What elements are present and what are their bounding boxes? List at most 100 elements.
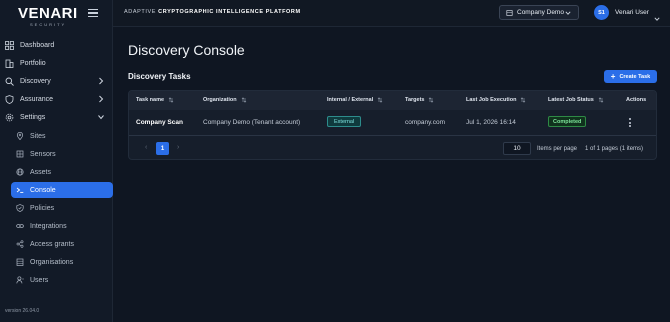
next-page-chevron-icon[interactable]: › (177, 144, 179, 151)
sidebar-subitem-label: Policies (30, 204, 55, 212)
row-actions-kebab-icon[interactable] (629, 118, 632, 127)
section-title: Discovery Tasks (128, 72, 191, 81)
tenant-name: Company Demo (517, 9, 564, 16)
column-label: Actions (626, 97, 647, 103)
sidebar-item-label: Dashboard (20, 41, 55, 49)
policy-shield-icon (16, 204, 24, 212)
cell-task-name[interactable]: Company Scan (136, 119, 183, 126)
sort-icon (428, 97, 434, 103)
dashboard-icon (5, 40, 14, 50)
globe-icon (16, 168, 24, 176)
page-button-current[interactable]: 1 (156, 142, 169, 155)
column-label: Targets (405, 97, 425, 103)
status-badge: Completed (548, 116, 587, 127)
chevron-right-icon (98, 77, 104, 85)
sidebar-subitem-label: Organisations (30, 258, 74, 266)
logo-subtitle: SECURITY (30, 22, 67, 27)
sidebar-item-settings[interactable]: Settings (0, 108, 113, 126)
items-per-page-input[interactable] (503, 142, 531, 155)
sort-icon (598, 97, 604, 103)
logo-word: VENARI (18, 5, 78, 22)
column-label: Last Job Execution (466, 97, 517, 103)
sidebar-subitem-label: Access grants (30, 240, 74, 248)
column-label: Internal / External (327, 97, 374, 103)
page-info: 1 of 1 pages (1 items) (585, 146, 644, 152)
tenant-selector[interactable]: Company Demo (499, 5, 579, 20)
previous-page-chevron-icon[interactable]: ‹ (145, 144, 147, 151)
chevron-down-icon[interactable] (654, 9, 660, 21)
column-header-internal-external[interactable]: Internal / External (327, 97, 383, 103)
terminal-icon (16, 186, 24, 194)
cell-organization: Company Demo (Tenant account) (203, 119, 301, 126)
link-icon (16, 222, 24, 230)
building-icon (506, 9, 513, 16)
chevron-down-icon (565, 10, 571, 16)
sidebar-subitem-integrations[interactable]: Integrations (11, 218, 113, 234)
column-label: Latest Job Status (548, 97, 594, 103)
column-header-latest-job-status[interactable]: Latest Job Status (548, 97, 604, 103)
sort-icon (168, 97, 174, 103)
items-per-page-label: Items per page (537, 146, 578, 152)
table-row[interactable]: Company Scan Company Demo (Tenant accoun… (129, 110, 656, 136)
top-header: ADAPTIVE CRYPTOGRAPHIC INTELLIGENCE PLAT… (113, 0, 670, 27)
table-header: Task name Organization Internal / Extern… (129, 91, 656, 110)
sidebar-subitem-label: Sensors (30, 150, 56, 158)
sidebar-item-label: Portfolio (20, 59, 46, 67)
sidebar-subitem-policies[interactable]: Policies (11, 200, 113, 216)
column-label: Task name (136, 97, 165, 103)
avatar[interactable]: S1 (594, 5, 609, 20)
create-task-button[interactable]: + Create Task (604, 70, 657, 83)
sidebar: VENARI SECURITY Dashboard Portfolio Disc… (0, 0, 113, 322)
scope-badge: External (327, 116, 362, 127)
sort-icon (241, 97, 247, 103)
column-label: Organization (203, 97, 237, 103)
sidebar-subitem-label: Users (30, 276, 49, 284)
plus-icon: + (610, 71, 616, 81)
column-header-task-name[interactable]: Task name (136, 97, 174, 103)
sensor-icon (16, 150, 24, 158)
sidebar-item-label: Discovery (20, 77, 51, 85)
gear-icon (5, 113, 14, 122)
column-header-targets[interactable]: Targets (405, 97, 434, 103)
sidebar-item-label: Assurance (20, 95, 54, 103)
page-title: Discovery Console (128, 42, 245, 58)
create-task-label: Create Task (619, 73, 651, 80)
column-header-last-job-execution[interactable]: Last Job Execution (466, 97, 526, 103)
sidebar-item-dashboard[interactable]: Dashboard (0, 36, 113, 54)
sidebar-subitem-sensors[interactable]: Sensors (11, 146, 113, 162)
sidebar-subitem-label: Sites (30, 132, 46, 140)
chevron-down-icon (98, 113, 104, 121)
sidebar-item-label: Settings (20, 113, 46, 121)
shield-icon (5, 94, 14, 104)
share-icon (16, 240, 24, 248)
sidebar-subitem-label: Assets (30, 168, 52, 176)
sidebar-subitem-organisations[interactable]: Organisations (11, 254, 113, 270)
organisation-icon (16, 258, 24, 266)
chevron-right-icon (98, 95, 104, 103)
building-icon (5, 59, 14, 68)
version-label: version 26.04.0 (5, 308, 40, 314)
sidebar-item-portfolio[interactable]: Portfolio (0, 54, 113, 72)
sidebar-subitem-users[interactable]: Users (11, 272, 113, 288)
sidebar-item-assurance[interactable]: Assurance (0, 90, 113, 108)
pagination: ‹ 1 › Items per page 1 of 1 pages (1 ite… (129, 137, 656, 159)
venari-logo[interactable]: VENARI SECURITY (18, 5, 78, 27)
column-header-actions: Actions (626, 97, 646, 103)
user-name[interactable]: Venari User (615, 9, 649, 16)
platform-name: CRYPTOGRAPHIC INTELLIGENCE PLATFORM (158, 9, 301, 15)
cell-last-execution: Jul 1, 2026 16:14 (466, 119, 516, 126)
sidebar-subitem-sites[interactable]: Sites (11, 128, 113, 144)
sidebar-subitem-assets[interactable]: Assets (11, 164, 113, 180)
sidebar-subitem-label: Integrations (30, 222, 67, 230)
discovery-tasks-table: Task name Organization Internal / Extern… (128, 90, 657, 160)
sidebar-subitem-console[interactable]: Console (11, 182, 113, 198)
sort-icon (520, 97, 526, 103)
platform-prefix: ADAPTIVE (124, 9, 157, 15)
sidebar-subitem-access-grants[interactable]: Access grants (11, 236, 113, 252)
platform-title: ADAPTIVE CRYPTOGRAPHIC INTELLIGENCE PLAT… (124, 9, 301, 15)
hamburger-menu-icon[interactable] (88, 9, 98, 18)
column-header-organization[interactable]: Organization (203, 97, 247, 103)
sidebar-item-discovery[interactable]: Discovery (0, 72, 113, 90)
search-icon (5, 77, 14, 86)
user-icon (16, 276, 24, 284)
